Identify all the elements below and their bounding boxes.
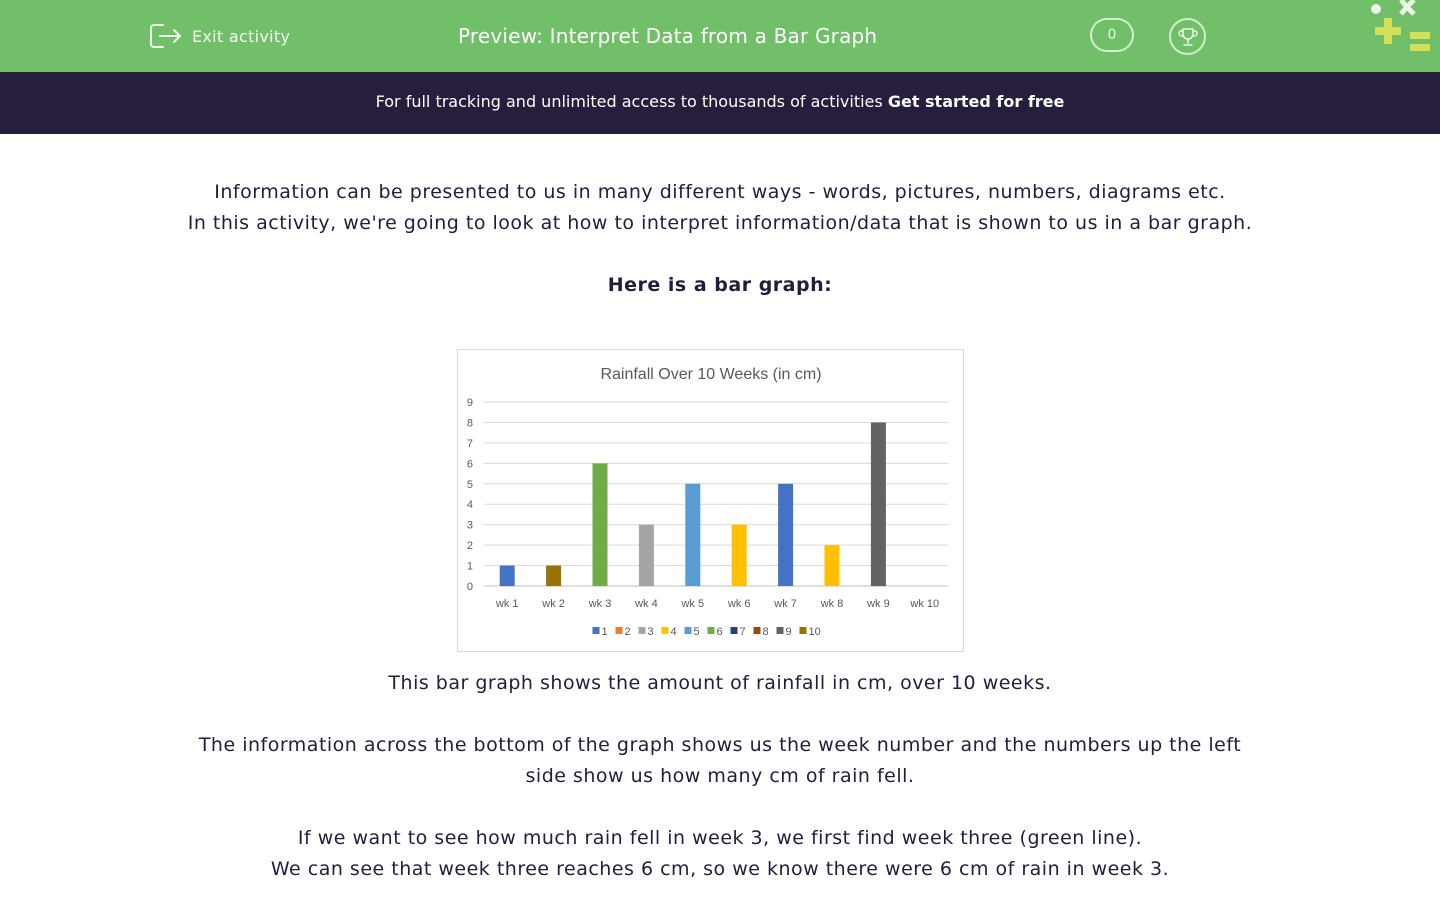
- legend-swatch: [707, 627, 715, 634]
- legend-swatch: [753, 627, 761, 634]
- explanation-line-2: The information across the bottom of the…: [198, 734, 1242, 756]
- x-tick-label: wk 2: [541, 598, 565, 610]
- legend-swatch: [615, 627, 623, 634]
- explanation-line-3: side show us how many cm of rain fell.: [525, 765, 915, 787]
- x-tick-label: wk 1: [495, 598, 519, 610]
- page-title: Preview: Interpret Data from a Bar Graph: [458, 24, 878, 48]
- exit-activity-button[interactable]: Exit activity: [149, 22, 290, 50]
- intro-line-2: In this activity, we're going to look at…: [187, 212, 1253, 234]
- y-tick-label: 7: [467, 438, 473, 450]
- score-counter: 0: [1090, 18, 1134, 52]
- logo-icon: [1371, 0, 1430, 51]
- bar-chart-svg: Rainfall Over 10 Weeks (in cm) 0 1 2 3 4 5 6 7 8…: [467, 366, 948, 638]
- legend-label: 1: [602, 626, 608, 638]
- y-tick-label: 3: [467, 520, 473, 532]
- bar: [778, 483, 794, 586]
- trophy-button[interactable]: [1169, 18, 1206, 55]
- legend-label: 7: [740, 626, 746, 638]
- bar: [638, 524, 654, 586]
- graph-heading: Here is a bar graph:: [607, 274, 833, 296]
- y-tick-label: 5: [467, 479, 473, 491]
- legend-label: 10: [809, 626, 821, 638]
- intro-text: Information can be presented to us in ma…: [0, 177, 1440, 239]
- intro-line-1: Information can be presented to us in ma…: [214, 181, 1226, 203]
- x-tick-label: wk 5: [680, 598, 704, 610]
- y-tick-label: 8: [467, 417, 473, 429]
- top-bar: Exit activity Preview: Interpret Data fr…: [0, 0, 1440, 72]
- y-tick-label: 2: [467, 540, 473, 552]
- legend-swatch: [638, 627, 646, 634]
- bar: [546, 565, 562, 586]
- bar: [499, 565, 515, 586]
- legend-label: 9: [786, 626, 792, 638]
- explanation-line-5: We can see that week three reaches 6 cm,…: [270, 858, 1170, 880]
- explanation-paragraph-2: The information across the bottom of the…: [0, 730, 1440, 792]
- y-tick-label: 1: [467, 561, 473, 573]
- get-started-link[interactable]: Get started for free: [888, 92, 1065, 111]
- bar: [592, 463, 608, 586]
- legend-label: 5: [694, 626, 700, 638]
- x-tick-label: wk 8: [820, 598, 844, 610]
- x-tick-label: wk 9: [866, 598, 890, 610]
- explanation-line-4: If we want to see how much rain fell in …: [297, 827, 1143, 849]
- legend-swatch: [776, 627, 784, 634]
- x-tick-label: wk 6: [727, 598, 751, 610]
- x-tick-label: wk 7: [773, 598, 797, 610]
- promo-text: For full tracking and unlimited access t…: [375, 92, 888, 111]
- bar: [824, 545, 840, 586]
- explanation-paragraph-3: If we want to see how much rain fell in …: [0, 823, 1440, 885]
- x-tick-label: wk 4: [634, 598, 658, 610]
- exit-icon: [150, 24, 181, 48]
- bar: [731, 524, 747, 586]
- bar: [870, 422, 886, 586]
- legend-label: 2: [625, 626, 631, 638]
- legend-swatch: [661, 627, 669, 634]
- bar: [685, 483, 701, 586]
- legend-label: 6: [717, 626, 723, 638]
- legend-swatch: [684, 627, 692, 634]
- x-tick-label: wk 3: [588, 598, 612, 610]
- exit-activity-label: Exit activity: [192, 26, 291, 46]
- y-tick-label: 0: [467, 581, 473, 593]
- explanation-line-1: This bar graph shows the amount of rainf…: [388, 672, 1052, 694]
- legend-label: 8: [763, 626, 769, 638]
- promo-banner: For full tracking and unlimited access t…: [0, 72, 1440, 134]
- y-tick-label: 9: [467, 397, 473, 409]
- bar-chart: Rainfall Over 10 Weeks (in cm) 0 1 2 3 4 5 6 7 8…: [457, 349, 964, 652]
- legend-swatch: [592, 627, 600, 634]
- y-tick-label: 6: [467, 458, 473, 470]
- y-tick-label: 4: [467, 499, 473, 511]
- legend-label: 3: [648, 626, 654, 638]
- trophy-icon: [1177, 27, 1198, 46]
- legend-swatch: [799, 627, 807, 634]
- x-tick-label: wk 10: [909, 598, 939, 610]
- legend-swatch: [730, 627, 738, 634]
- chart-title: Rainfall Over 10 Weeks (in cm): [600, 366, 821, 383]
- legend-label: 4: [671, 626, 677, 638]
